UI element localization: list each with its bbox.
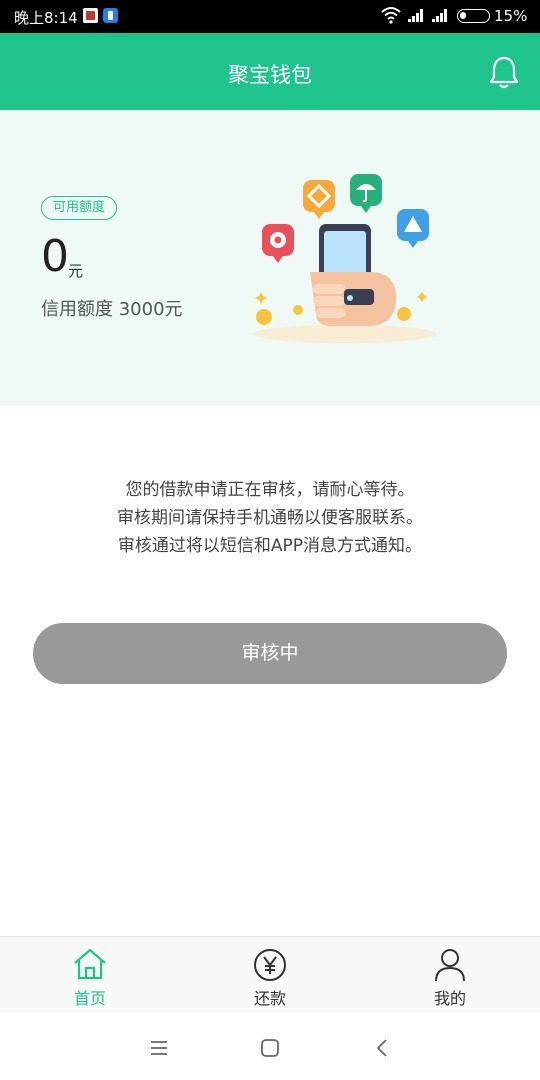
- available-amount: 0: [41, 231, 69, 282]
- tab-mine-label: 我的: [433, 989, 466, 1008]
- user-icon: [435, 949, 465, 981]
- system-nav-bar: [0, 1013, 540, 1080]
- red-app-bubble-icon: [262, 224, 294, 263]
- status-bar: 晚上8:14 15%: [0, 0, 540, 33]
- battery-icon: [457, 9, 490, 23]
- credit-panel: 可用额度 0 元 信用额度 3000元: [0, 110, 540, 405]
- wifi-icon: [381, 7, 401, 24]
- tab-home-label: 首页: [73, 989, 106, 1008]
- reviewing-button[interactable]: 审核中: [33, 623, 507, 684]
- app-notification-icon-2: [103, 8, 118, 23]
- bottom-tab-bar: 首页 还款 我的: [0, 936, 540, 1013]
- notice-line-3: 审核通过将以短信和APP消息方式通知。: [117, 536, 423, 556]
- battery-percent: 15%: [494, 7, 528, 25]
- available-credit-badge: 可用额度: [41, 196, 118, 220]
- page-title: 聚宝钱包: [228, 63, 312, 87]
- phone-hand-illustration: [253, 174, 437, 343]
- notice-line-2: 审核期间请保持手机通畅以便客服联系。: [117, 508, 423, 528]
- tab-repay-label: 还款: [253, 989, 286, 1008]
- home-icon: [74, 948, 106, 980]
- blue-app-bubble-icon: [397, 209, 429, 248]
- tab-home[interactable]: 首页: [30, 937, 150, 1014]
- status-time: 晚上8:14: [14, 9, 78, 27]
- green-umbrella-bubble-icon: [350, 174, 382, 213]
- credit-limit: 信用额度 3000元: [41, 299, 183, 320]
- app-notification-icon: [83, 8, 98, 23]
- amount-unit: 元: [68, 262, 84, 280]
- tab-repay[interactable]: 还款: [210, 937, 330, 1014]
- menu-icon[interactable]: [144, 1033, 174, 1063]
- yen-icon: [254, 949, 286, 981]
- notice-line-1: 您的借款申请正在审核，请耐心等待。: [125, 480, 415, 500]
- signal-icon: [408, 9, 423, 22]
- review-notice: 您的借款申请正在审核，请耐心等待。 审核期间请保持手机通畅以便客服联系。 审核通…: [0, 476, 540, 560]
- app-header: 聚宝钱包: [0, 33, 540, 110]
- back-icon[interactable]: [368, 1033, 398, 1063]
- home-square-icon[interactable]: [255, 1033, 285, 1063]
- tab-mine[interactable]: 我的: [390, 937, 510, 1014]
- orange-app-bubble-icon: [303, 180, 335, 219]
- signal-icon-2: [432, 9, 447, 22]
- bell-icon[interactable]: [489, 55, 519, 89]
